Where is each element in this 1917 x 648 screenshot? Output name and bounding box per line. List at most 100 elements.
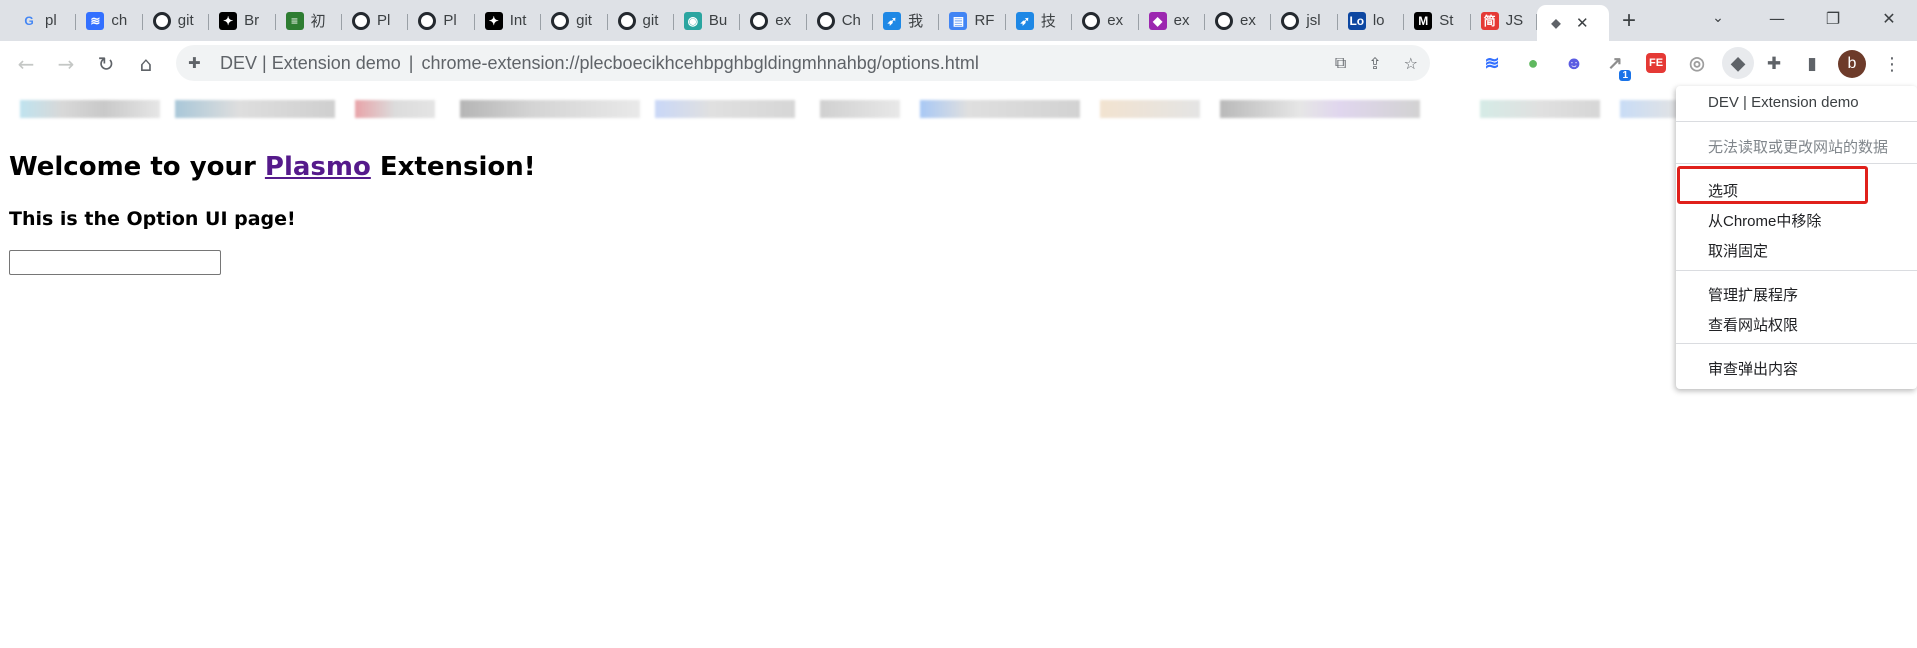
address-separator: | [408, 52, 414, 73]
menu-item-remove[interactable]: 从Chrome中移除 [1708, 210, 1821, 231]
plasmo-ext-icon: ◆ [1731, 52, 1745, 73]
extension-button[interactable]: ☻ [1558, 47, 1590, 79]
new-tab-button[interactable]: + [1609, 5, 1649, 37]
text-input[interactable] [9, 250, 221, 275]
bird-icon: ➶ [883, 11, 902, 30]
tab-label: 初 [310, 13, 326, 30]
side-panel-icon[interactable]: ▮ [1798, 50, 1826, 78]
address-origin: DEV | Extension demo [220, 52, 401, 73]
extension-button[interactable]: ● [1517, 47, 1549, 79]
github-icon [351, 11, 370, 30]
google-icon: G [24, 13, 34, 28]
github-icon [750, 11, 769, 30]
title-suffix: Extension! [370, 152, 536, 182]
tab[interactable]: ✦ Br [209, 5, 276, 37]
tab[interactable]: M St [1404, 5, 1471, 37]
tab[interactable]: ex [1072, 5, 1139, 37]
address-url: chrome-extension://plecboecikhcehbpghbgl… [421, 52, 979, 73]
tab[interactable]: ≋ ch [76, 5, 143, 37]
tab[interactable]: ◆ ex [1139, 5, 1206, 37]
tab-label: lo [1372, 12, 1385, 29]
tab[interactable]: git [143, 5, 210, 37]
close-window-icon[interactable]: ✕ [1861, 0, 1917, 36]
tab[interactable]: ➶ 技 [1006, 5, 1073, 37]
tab[interactable]: Gpl [10, 5, 77, 37]
menu-item-inspect-popup[interactable]: 审查弹出内容 [1708, 358, 1798, 379]
docs-icon: ▤ [949, 11, 968, 30]
back-icon[interactable]: ← [6, 44, 46, 84]
tab[interactable]: ex [740, 5, 807, 37]
close-tab-icon[interactable]: ✕ [1576, 14, 1589, 32]
tab-label: 技 [1040, 13, 1056, 30]
reload-icon[interactable]: ↻ [86, 44, 126, 84]
tab[interactable]: ➶ 我 [873, 5, 940, 37]
menu-item-site-permissions[interactable]: 查看网站权限 [1708, 314, 1798, 335]
more-menu-icon[interactable]: ⋮ [1880, 50, 1904, 78]
tab-label: RF [974, 12, 995, 29]
tab-label: jsl [1306, 12, 1321, 29]
lo-icon: Lo [1347, 11, 1366, 30]
eye-icon: ◉ [683, 11, 702, 30]
extension-button[interactable]: ◎ [1681, 47, 1713, 79]
menu-item-unpin[interactable]: 取消固定 [1708, 240, 1768, 261]
green-dot-ext-icon: ● [1527, 52, 1539, 73]
github-icon [617, 11, 636, 30]
extension-button[interactable]: FE [1640, 47, 1672, 79]
translate-icon[interactable]: ⧉ [1335, 53, 1346, 73]
forward-icon[interactable]: → [46, 44, 86, 84]
notes-icon: ≡ [285, 11, 304, 30]
tab[interactable]: jsl [1271, 5, 1338, 37]
extension-puzzle-icon: ✚ [188, 54, 201, 72]
tab-label: git [177, 12, 194, 29]
tab[interactable]: Pl [342, 5, 409, 37]
menu-item-manage-extensions[interactable]: 管理扩展程序 [1708, 284, 1798, 305]
tab-label: St [1439, 12, 1454, 29]
lark-icon: ≋ [86, 11, 105, 30]
home-icon[interactable]: ⌂ [126, 44, 166, 84]
tab-label: 我 [908, 13, 924, 30]
tab[interactable]: ≡ 初 [276, 5, 342, 37]
extension-button[interactable]: ◆ [1722, 47, 1754, 79]
puzzle-extensions-icon[interactable]: ✚ [1760, 50, 1788, 78]
plasmo-icon: ✦ [219, 11, 238, 30]
tab[interactable]: git [608, 5, 674, 37]
menu-item-options[interactable]: 选项 [1708, 180, 1738, 201]
chevron-down-icon[interactable]: ⌄ [1690, 0, 1746, 36]
profile-avatar[interactable]: b [1838, 50, 1866, 78]
restore-icon[interactable]: ❐ [1805, 0, 1861, 36]
bird-icon: ➶ [1015, 11, 1034, 30]
plasmo-icon: ◆ [1551, 16, 1561, 30]
tab-active[interactable]: ◆ ✕ [1536, 5, 1609, 41]
plasmo-link[interactable]: Plasmo [265, 152, 371, 182]
extension-badge: 1 [1619, 70, 1631, 81]
tab[interactable]: ◉ Bu [674, 5, 741, 37]
face-ext-icon: ☻ [1564, 52, 1584, 73]
share-icon[interactable]: ⇪ [1368, 54, 1381, 73]
diamond-icon: ◆ [1148, 11, 1167, 30]
extension-button[interactable]: ↗ 1 [1599, 47, 1631, 81]
bookmark-star-icon[interactable]: ☆ [1404, 54, 1418, 73]
tab[interactable]: git [541, 5, 608, 37]
extension-button[interactable]: ≋ [1476, 47, 1508, 79]
github-icon [152, 11, 171, 30]
tab[interactable]: ▤ RF [939, 5, 1006, 37]
github-icon [551, 11, 570, 30]
tab[interactable]: Lo lo [1338, 5, 1405, 37]
lark-ext-icon: ≋ [1484, 52, 1500, 73]
tab[interactable]: ex [1205, 5, 1272, 37]
tab-strip: Gpl ≋ ch git ✦ Br ≡ 初 Pl Pl ✦ Int git git ◉ Bu ex Ch ➶ 我 ▤ RF… [0, 0, 1917, 41]
github-icon [816, 11, 835, 30]
tab-label: Pl [443, 12, 457, 29]
minimize-icon[interactable]: — [1749, 0, 1805, 36]
tab[interactable]: Pl [408, 5, 475, 37]
tab-label: Int [509, 12, 527, 29]
menu-title[interactable]: DEV | Extension demo [1708, 94, 1859, 111]
menu-divider [1676, 343, 1917, 344]
address-bar[interactable]: ✚ DEV | Extension demo | chrome-extensio… [176, 45, 1430, 81]
tab[interactable]: ✦ Int [475, 5, 542, 37]
toolbar: ← → ↻ ⌂ ✚ DEV | Extension demo | chrome-… [0, 41, 1917, 87]
tab[interactable]: Ch [807, 5, 874, 37]
tab[interactable]: 简 JS [1471, 5, 1537, 37]
tab-label: ex [1173, 12, 1190, 29]
tab-label: Ch [841, 12, 861, 29]
